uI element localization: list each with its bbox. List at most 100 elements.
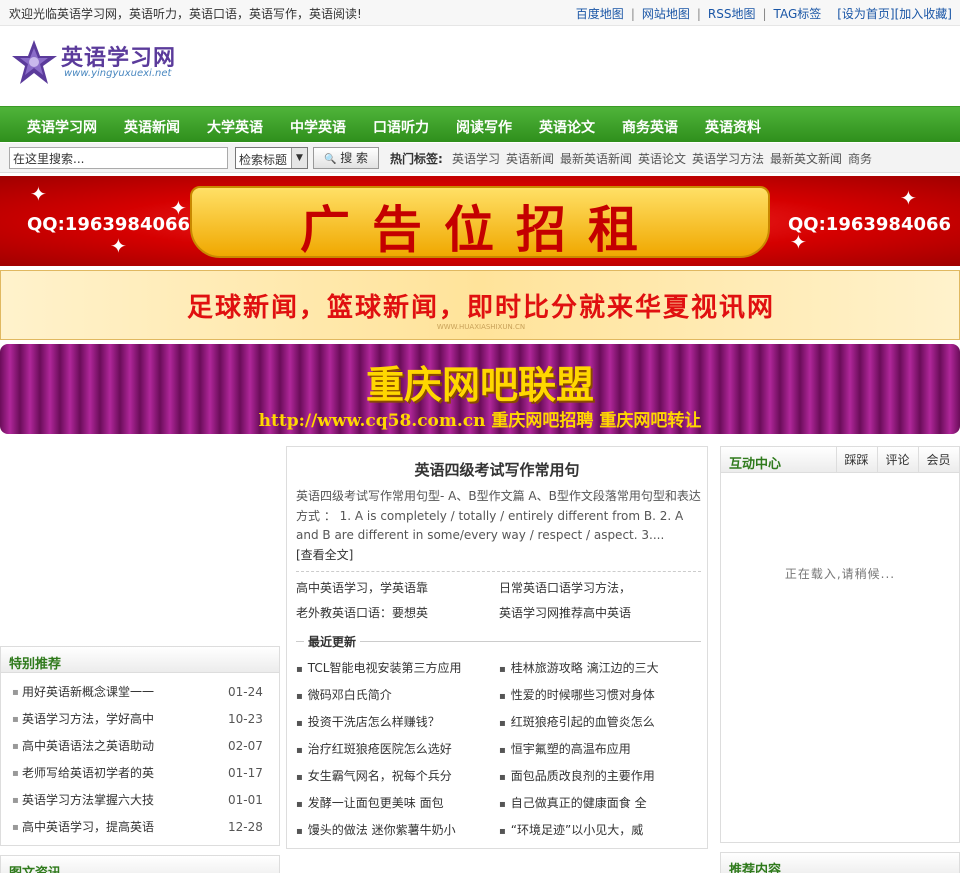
hot-tag[interactable]: 英语学习 (452, 150, 500, 167)
recommended-header: 推荐内容 (721, 853, 959, 873)
hot-tag[interactable]: 最新英文新闻 (770, 150, 842, 167)
site-logo[interactable]: 英语学习网 www.yingyuxuexi.net (12, 38, 212, 92)
rss-map-link[interactable]: RSS地图 (708, 7, 756, 21)
related-link[interactable]: 老外教英语口语：要想英 (296, 604, 428, 621)
bullet-icon: ▪ (296, 799, 303, 810)
nav-item-middle-school[interactable]: 中学英语 (290, 117, 346, 137)
tag-link[interactable]: TAG标签 (774, 7, 822, 21)
top-links: 百度地图 | 网站地图 | RSS地图 | TAG标签 [设为首页][加入收藏] (575, 7, 952, 21)
nav-item-home[interactable]: 英语学习网 (27, 117, 97, 137)
divider (296, 571, 701, 572)
recent-item[interactable]: ▪ “环境足迹”以小见大，威 (499, 821, 643, 838)
list-item[interactable]: ▪ 高中英语学习，提高英语 12-28 (1, 814, 279, 841)
related-link[interactable]: 英语学习网推荐高中英语 (499, 604, 631, 621)
baidu-map-link[interactable]: 百度地图 (576, 7, 624, 21)
recent-updates-title: 最近更新 (304, 633, 361, 650)
banner-sports-url: WWW.HUAXIASHIXUN.CN (436, 323, 526, 331)
banner-netbar-sub: http://www.cq58.com.cn 重庆网吧招聘 重庆网吧转让 (258, 411, 702, 431)
hot-tag[interactable]: 最新英语新闻 (560, 150, 632, 167)
interactive-tabs: 互动中心 踩踩 评论 会员 (721, 447, 959, 473)
article-summary-text: 英语四级考试写作常用句型- A、B型作文篇 A、B型作文段落常用句型和表达方式 … (296, 489, 701, 542)
recent-item[interactable]: ▪ 桂林旅游攻略 漓江边的三大 (499, 659, 659, 676)
interactive-center-box: 互动中心 踩踩 评论 会员 正在载入,请稍候... (720, 446, 960, 843)
related-link[interactable]: 高中英语学习，学英语靠 (296, 579, 428, 596)
chevron-down-icon: ▼ (291, 148, 307, 168)
bullet-icon: ▪ (499, 745, 506, 756)
bullet-icon: ▪ (12, 714, 19, 725)
recent-item[interactable]: ▪ 馒头的做法 迷你紫薯牛奶小 (296, 821, 456, 838)
tab-comments[interactable]: 评论 (877, 447, 917, 472)
nav-item-news[interactable]: 英语新闻 (124, 117, 180, 137)
hot-tags-label: 热门标签: (390, 152, 443, 166)
recent-item[interactable]: ▪ 自己做真正的健康面食 全 (499, 794, 647, 811)
bullet-icon: ▪ (499, 718, 506, 729)
ad-banner-rent[interactable]: ✦ ✦ ✦ ✦ ✦ 广告位招租 QQ:1963984066 QQ:1963984… (0, 176, 960, 266)
search-input[interactable] (9, 147, 228, 169)
recent-item[interactable]: ▪ 性爱的时候哪些习惯对身体 (499, 686, 655, 703)
tab-digg[interactable]: 踩踩 (836, 447, 876, 472)
article-headline[interactable]: 英语四级考试写作常用句 (287, 459, 707, 480)
nav-item-papers[interactable]: 英语论文 (539, 117, 595, 137)
recent-item[interactable]: ▪ 女生霸气网名，祝每个兵分 (296, 767, 452, 784)
bullet-icon: ▪ (12, 822, 19, 833)
recent-item[interactable]: ▪ 面包品质改良剂的主要作用 (499, 767, 655, 784)
site-map-link[interactable]: 网站地图 (642, 7, 690, 21)
read-more-link[interactable]: [查看全文] (296, 548, 353, 562)
recent-item[interactable]: ▪ 微码邓白氏简介 (296, 686, 392, 703)
hot-tag[interactable]: 英语新闻 (506, 150, 554, 167)
hot-tag[interactable]: 商务 (848, 150, 872, 167)
recent-updates-header: 最近更新 (296, 633, 701, 650)
bullet-icon: ▪ (12, 795, 19, 806)
center-panel: 英语四级考试写作常用句 英语四级考试写作常用句型- A、B型作文篇 A、B型作文… (286, 446, 708, 849)
related-link[interactable]: 日常英语口语学习方法， (499, 579, 631, 596)
special-recommend-box: 特别推荐 ▪ 用好英语新概念课堂一一 01-24 ▪ 英语学习方法，学好高中 10-23… (0, 646, 280, 846)
nav-item-business[interactable]: 商务英语 (622, 117, 678, 137)
banner-sports-text: 足球新闻，篮球新闻，即时比分就来华夏视讯网 (186, 293, 775, 323)
bullet-icon: ▪ (296, 691, 303, 702)
picture-news-header: 图文资讯 (1, 856, 279, 873)
ad-banner-sports[interactable]: 足球新闻，篮球新闻，即时比分就来华夏视讯网 WWW.HUAXIASHIXUN.C… (0, 270, 960, 340)
search-bar: 检索标题 ▼ 🔍 搜 索 热门标签: 英语学习 英语新闻 最新英语新闻 英语论文… (0, 143, 960, 173)
search-type-value: 检索标题 (239, 153, 288, 167)
top-bar: 欢迎光临英语学习网，英语听力，英语口语，英语写作，英语阅读! 百度地图 | 网站地图… (0, 0, 960, 26)
bullet-icon: ▪ (296, 718, 303, 729)
search-type-select[interactable]: 检索标题 ▼ (235, 147, 308, 169)
nav-item-resources[interactable]: 英语资料 (705, 117, 761, 137)
bullet-icon: ▪ (12, 741, 19, 752)
recent-item[interactable]: ▪ 发酵一让面包更美味 面包 (296, 794, 444, 811)
nav-item-listening[interactable]: 口语听力 (373, 117, 429, 137)
bullet-icon: ▪ (499, 772, 506, 783)
recent-item[interactable]: ▪ 投资干洗店怎么样赚钱？ (296, 713, 440, 730)
star-logo-icon (12, 40, 57, 84)
list-item[interactable]: ▪ 高中英语语法之英语助动 02-07 (1, 733, 279, 760)
set-home-link[interactable]: [设为首页] (837, 7, 894, 21)
bullet-icon: ▪ (296, 772, 303, 783)
recent-item[interactable]: ▪ 红斑狼疮引起的血管炎怎么 (499, 713, 655, 730)
bullet-icon: ▪ (296, 664, 303, 675)
add-favorite-link[interactable]: [加入收藏] (895, 7, 952, 21)
recommended-title: 推荐内容 (729, 863, 782, 873)
picture-news-title: 图文资讯 (9, 862, 61, 873)
logo-url: www.yingyuxuexi.net (64, 68, 172, 79)
search-button[interactable]: 🔍 搜 索 (313, 147, 379, 169)
list-item[interactable]: ▪ 用好英语新概念课堂一一 01-24 (1, 679, 279, 706)
ad-banner-netbar[interactable]: 重庆网吧联盟 http://www.cq58.com.cn 重庆网吧招聘 重庆网… (0, 344, 960, 434)
list-item[interactable]: ▪ 英语学习方法，学好高中 10-23 (1, 706, 279, 733)
bullet-icon: ▪ (499, 799, 506, 810)
list-item[interactable]: ▪ 老师写给英语初学者的英 01-17 (1, 760, 279, 787)
interactive-title: 互动中心 (729, 457, 782, 472)
recent-item[interactable]: ▪ 治疗红斑狼疮医院怎么选好 (296, 740, 452, 757)
loading-text: 正在载入,请稍候... (784, 567, 896, 581)
bullet-icon: ▪ (296, 745, 303, 756)
recommended-box: 推荐内容 (720, 852, 960, 873)
hot-tag[interactable]: 英语学习方法 (692, 150, 764, 167)
bullet-icon: ▪ (499, 826, 506, 837)
hot-tag[interactable]: 英语论文 (638, 150, 686, 167)
recent-item[interactable]: ▪ 恒宇氟塑的高温布应用 (499, 740, 631, 757)
nav-item-reading[interactable]: 阅读写作 (456, 117, 512, 137)
list-item[interactable]: ▪ 英语学习方法掌握六大技 01-01 (1, 787, 279, 814)
picture-news-box: 图文资讯 (0, 855, 280, 873)
nav-item-college[interactable]: 大学英语 (207, 117, 263, 137)
recent-item[interactable]: ▪ TCL智能电视安装第三方应用 (296, 659, 461, 676)
tab-members[interactable]: 会员 (918, 447, 958, 472)
